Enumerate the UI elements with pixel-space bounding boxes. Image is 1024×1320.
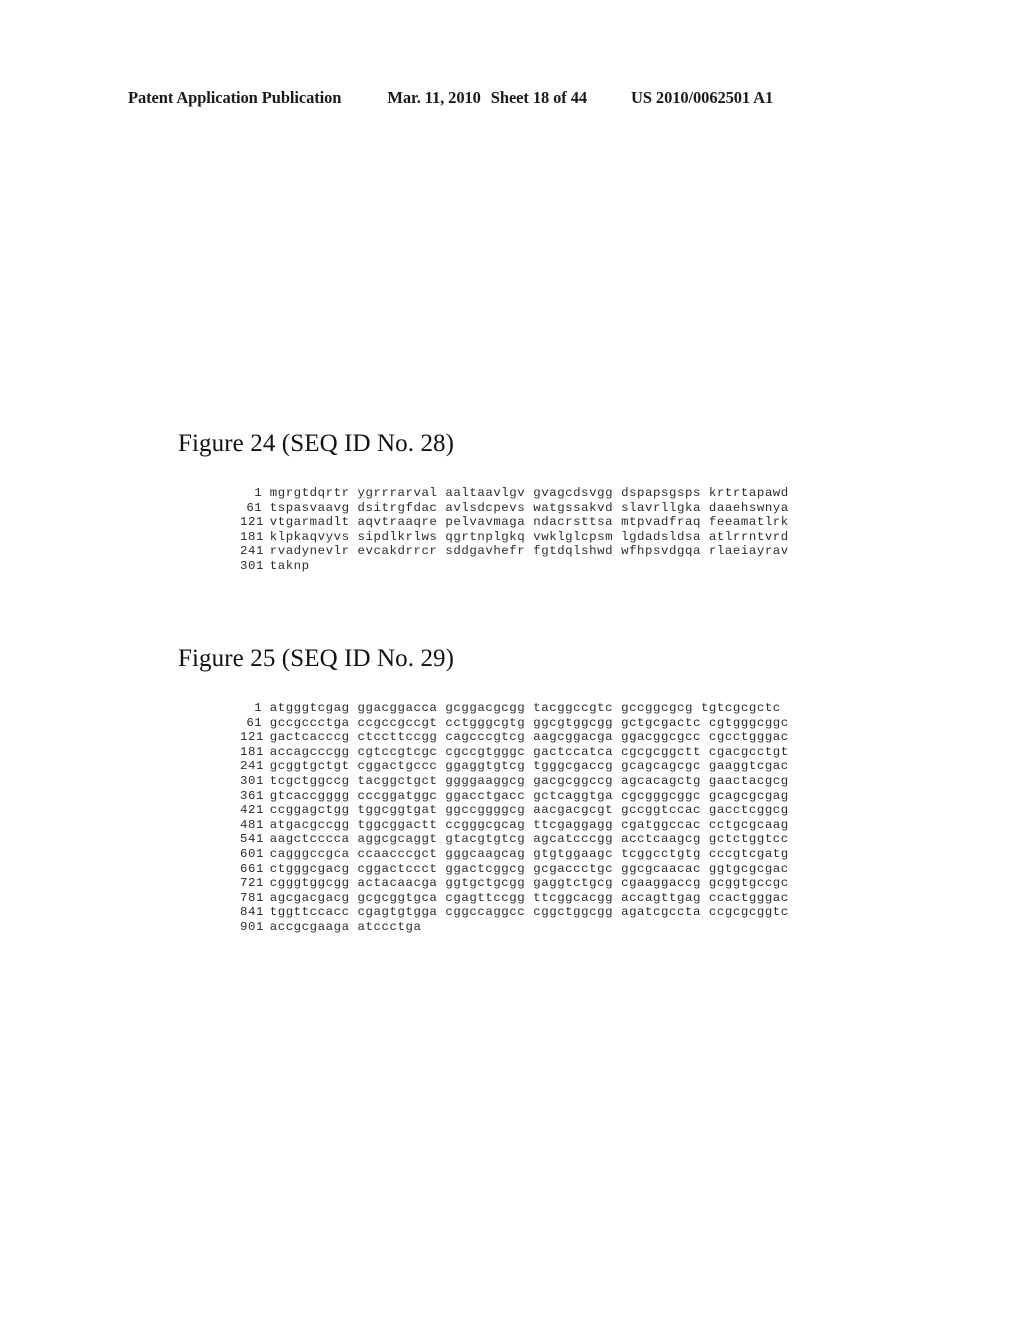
sequence-residues: gactcacccg ctccttccgg cagcccgtcg aagcgga… — [269, 730, 789, 745]
sequence-residues: rvadynevlr evcakdrrcr sddgavhefr fgtdqls… — [269, 544, 789, 559]
sequence-line-number: 421 — [240, 803, 264, 818]
sequence-line-number: 541 — [240, 832, 264, 847]
sequence-row: 601 cagggccgca ccaacccgct gggcaagcag gtgt… — [240, 847, 789, 862]
header-publication-date: Mar. 11, 2010 — [387, 88, 481, 107]
figure-24-caption: Figure 24 (SEQ ID No. 28) — [178, 430, 455, 457]
sequence-row: 241 rvadynevlr evcakdrrcr sddgavhefr fgtd… — [240, 544, 789, 559]
sequence-residues: klpkaqvyvs sipdlkrlws qgrtnplgkq vwklglc… — [269, 529, 789, 544]
sequence-row: 361 gtcaccgggg cccggatggc ggacctgacc gctc… — [240, 789, 789, 804]
sequence-row: 541 aagctcccca aggcgcaggt gtacgtgtcg agca… — [240, 832, 789, 847]
sequence-line-number: 1 — [254, 486, 263, 500]
sequence-row: 421 ccggagctgg tggcggtgat ggccggggcg aacg… — [240, 803, 789, 818]
sequence-line-number: 121 — [240, 730, 264, 745]
sequence-row: 721 cgggtggcgg actacaacga ggtgctgcgg gagg… — [240, 876, 789, 891]
sequence-line-number: 901 — [240, 919, 264, 934]
header-publication-title: Patent Application Publication — [128, 88, 342, 107]
figure-24-sequence-listing: 1 mgrgtdqrtr ygrrrarval aaltaavlgv gvagcd… — [240, 486, 789, 574]
sequence-residues: aagctcccca aggcgcaggt gtacgtgtcg agcatcc… — [269, 832, 789, 847]
sequence-row: 481 atgacgccgg tggcggactt ccgggcgcag ttcg… — [240, 818, 789, 833]
sequence-line-number: 481 — [240, 817, 264, 832]
sequence-row: 901 accgcgaaga atccctga — [240, 920, 789, 935]
sequence-residues: gccgccctga ccgccgccgt cctgggcgtg ggcgtgg… — [269, 715, 789, 730]
sequence-line-number: 181 — [240, 529, 264, 544]
sequence-residues: atgggtcgag ggacggacca gcggacgcgg tacggcc… — [269, 701, 781, 715]
sequence-line-number: 301 — [240, 558, 264, 573]
sequence-residues: cagggccgca ccaacccgct gggcaagcag gtgtgga… — [269, 846, 789, 861]
sequence-line-number: 121 — [240, 515, 264, 530]
sequence-row: 1 mgrgtdqrtr ygrrrarval aaltaavlgv gvagcd… — [240, 486, 789, 501]
sequence-residues: ctgggcgacg cggactccct ggactcggcg gcgaccc… — [269, 861, 789, 876]
sequence-row: 781 agcgacgacg gcgcggtgca cgagttccgg ttcg… — [240, 891, 789, 906]
sequence-line-number: 1 — [254, 701, 263, 715]
sequence-row: 841 tggttccacc cgagtgtgga cggccaggcc cggc… — [240, 905, 789, 920]
patent-page: Patent Application Publication Mar. 11, … — [0, 0, 1024, 1320]
figure-24: Figure 24 (SEQ ID No. 28) 1 mgrgtdqrtr yg… — [178, 430, 789, 574]
sequence-residues: tspasvaavg dsitrgfdac avlsdcpevs watgssa… — [269, 500, 789, 515]
sequence-line-number: 301 — [240, 773, 264, 788]
sequence-residues: taknp — [269, 558, 310, 573]
sequence-residues: tggttccacc cgagtgtgga cggccaggcc cggctgg… — [269, 905, 789, 920]
sequence-residues: cgggtggcgg actacaacga ggtgctgcgg gaggtct… — [269, 876, 789, 891]
sequence-row: 181 klpkaqvyvs sipdlkrlws qgrtnplgkq vwkl… — [240, 530, 789, 545]
sequence-row: 61 tspasvaavg dsitrgfdac avlsdcpevs watgs… — [240, 501, 789, 516]
sequence-line-number: 181 — [240, 744, 264, 759]
sequence-line-number: 241 — [240, 544, 264, 559]
sequence-row: 61 gccgccctga ccgccgccgt cctgggcgtg ggcgt… — [240, 716, 789, 731]
sequence-row: 121 vtgarmadlt aqvtraaqre pelvavmaga ndac… — [240, 515, 789, 530]
sequence-residues: atgacgccgg tggcggactt ccgggcgcag ttcgagg… — [269, 817, 789, 832]
sequence-line-number: 721 — [240, 876, 264, 891]
sequence-line-number: 61 — [246, 500, 263, 515]
header-sheet-number: Sheet 18 of 44 — [490, 88, 588, 107]
sequence-residues: accgcgaaga atccctga — [269, 919, 422, 934]
sequence-line-number: 61 — [246, 715, 263, 730]
figure-25: Figure 25 (SEQ ID No. 29) 1 atgggtcgag gg… — [178, 645, 789, 935]
sequence-line-number: 781 — [240, 890, 264, 905]
sequence-residues: mgrgtdqrtr ygrrrarval aaltaavlgv gvagcds… — [269, 486, 789, 500]
sequence-residues: vtgarmadlt aqvtraaqre pelvavmaga ndacrst… — [269, 515, 789, 530]
sequence-row: 241 gcggtgctgt cggactgccc ggaggtgtcg tggg… — [240, 759, 789, 774]
sequence-residues: gcggtgctgt cggactgccc ggaggtgtcg tgggcga… — [269, 759, 789, 774]
sequence-row: 181 accagcccgg cgtccgtcgc cgccgtgggc gact… — [240, 745, 789, 760]
page-header: Patent Application Publication Mar. 11, … — [128, 88, 888, 108]
header-document-number: US 2010/0062501 A1 — [631, 88, 774, 107]
sequence-line-number: 361 — [240, 788, 264, 803]
sequence-line-number: 241 — [240, 759, 264, 774]
sequence-residues: gtcaccgggg cccggatggc ggacctgacc gctcagg… — [269, 788, 789, 803]
sequence-residues: ccggagctgg tggcggtgat ggccggggcg aacgacg… — [269, 803, 789, 818]
sequence-row: 1 atgggtcgag ggacggacca gcggacgcgg tacggc… — [240, 701, 789, 716]
sequence-line-number: 841 — [240, 905, 264, 920]
figure-25-sequence-listing: 1 atgggtcgag ggacggacca gcggacgcgg tacggc… — [240, 701, 789, 935]
sequence-line-number: 661 — [240, 861, 264, 876]
sequence-row: 301 tcgctggccg tacggctgct ggggaaggcg gacg… — [240, 774, 789, 789]
sequence-line-number: 601 — [240, 846, 264, 861]
sequence-residues: agcgacgacg gcgcggtgca cgagttccgg ttcggca… — [269, 890, 789, 905]
sequence-residues: tcgctggccg tacggctgct ggggaaggcg gacgcgg… — [269, 773, 789, 788]
sequence-row: 121 gactcacccg ctccttccgg cagcccgtcg aagc… — [240, 730, 789, 745]
sequence-row: 301 taknp — [240, 559, 789, 574]
sequence-row: 661 ctgggcgacg cggactccct ggactcggcg gcga… — [240, 862, 789, 877]
figure-25-caption: Figure 25 (SEQ ID No. 29) — [178, 645, 455, 672]
sequence-residues: accagcccgg cgtccgtcgc cgccgtgggc gactcca… — [269, 744, 789, 759]
